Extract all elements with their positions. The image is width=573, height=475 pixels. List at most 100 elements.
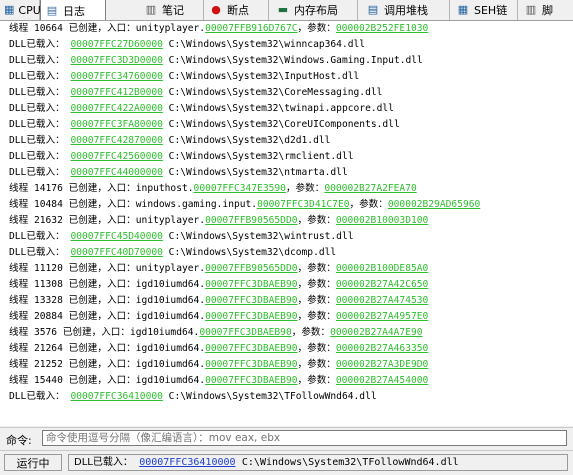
tab-seh-chain[interactable]: ▦ SEH链 xyxy=(452,0,518,20)
log-text: 线程 20884 已创建，入口：igd10iumd64. xyxy=(9,311,206,322)
address-link[interactable]: 00007FFC3DBAEB90 xyxy=(205,343,297,354)
address-link[interactable]: 00007FFC27D60000 xyxy=(70,39,162,50)
log-text: 线程 3576 已创建，入口：igd10iumd64. xyxy=(9,327,200,338)
log-text: DLL已载入： xyxy=(9,119,71,130)
log-line: DLL已载入： 00007FFC45D40000 C:\Windows\Syst… xyxy=(0,229,573,245)
cpu-icon: ▦ xyxy=(4,3,15,16)
address-link[interactable]: 000002B27A454000 xyxy=(336,375,428,386)
log-text: C:\Windows\System32\ntmarta.dll xyxy=(162,167,348,178)
log-text: DLL已载入： xyxy=(9,167,71,178)
address-link[interactable]: 00007FFC45D40000 xyxy=(70,231,162,242)
tab-label: SEH链 xyxy=(474,4,508,17)
tab-label: 日志 xyxy=(63,4,85,18)
status-address-link[interactable]: 00007FFC36410000 xyxy=(139,457,235,468)
breakpoint-icon: ● xyxy=(211,3,221,16)
log-text: 线程 21264 已创建，入口：igd10iumd64. xyxy=(9,343,206,354)
log-text: C:\Windows\System32\rmclient.dll xyxy=(162,151,354,162)
tab-label: 断点 xyxy=(227,4,249,17)
log-text: DLL已载入： xyxy=(9,247,71,258)
log-line: DLL已载入： 00007FFC36410000 C:\Windows\Syst… xyxy=(0,389,573,405)
address-link[interactable]: 000002B27A3DE9D0 xyxy=(336,359,428,370)
address-link[interactable]: 000002B252FE1030 xyxy=(336,23,428,34)
address-link[interactable]: 00007FFC3DBAEB90 xyxy=(205,279,297,290)
address-link[interactable]: 000002B27A4957E0 xyxy=(336,311,428,322)
tab-breakpoint[interactable]: ● 断点 xyxy=(205,0,269,20)
address-link[interactable]: 00007FFB90565DD0 xyxy=(205,263,297,274)
address-link[interactable]: 00007FFC36410000 xyxy=(70,391,162,402)
log-text: 线程 10484 已创建，入口：windows.gaming.input. xyxy=(9,199,258,210)
log-line: 线程 10484 已创建，入口：windows.gaming.input.000… xyxy=(0,197,573,213)
log-text: 线程 21252 已创建，入口：igd10iumd64. xyxy=(9,359,206,370)
log-text: DLL已载入： xyxy=(9,151,71,162)
log-line: DLL已载入： 00007FFC42870000 C:\Windows\Syst… xyxy=(0,133,573,149)
debug-state-badge: 运行中 xyxy=(4,454,62,471)
log-line: 线程 3576 已创建，入口：igd10iumd64.00007FFC3DBAE… xyxy=(0,325,573,341)
address-link[interactable]: 000002B27A2FEA70 xyxy=(324,183,416,194)
log-text: DLL已载入： xyxy=(9,87,71,98)
address-link[interactable]: 000002B27A4A7E90 xyxy=(330,327,422,338)
log-text: ，参数： xyxy=(297,23,336,34)
address-link[interactable]: 00007FFC42560000 xyxy=(70,151,162,162)
address-link[interactable]: 000002B100DE85A0 xyxy=(336,263,428,274)
log-line: 线程 10664 已创建，入口：unityplayer.00007FFB916D… xyxy=(0,21,573,37)
address-link[interactable]: 00007FFC3DBAEB90 xyxy=(205,375,297,386)
tab-cpu[interactable]: ▦ CPU xyxy=(0,0,41,20)
log-text: ，参数： xyxy=(297,263,336,274)
address-link[interactable]: 000002B27A474530 xyxy=(336,295,428,306)
tab-call-stack[interactable]: ▤ 调用堆栈 xyxy=(362,0,450,20)
log-view[interactable]: 线程 10664 已创建，入口：unityplayer.00007FFB916D… xyxy=(0,21,573,426)
log-line: DLL已载入： 00007FFC42560000 C:\Windows\Syst… xyxy=(0,149,573,165)
address-link[interactable]: 00007FFC422A0000 xyxy=(70,103,162,114)
log-text: DLL已载入： xyxy=(9,103,71,114)
address-link[interactable]: 00007FFC347E3590 xyxy=(194,183,286,194)
memory-map-icon: ▬ xyxy=(277,3,289,16)
log-text: ，参数： xyxy=(297,295,336,306)
log-text: ，参数： xyxy=(297,215,336,226)
log-line: 线程 14176 已创建，入口：inputhost.00007FFC347E35… xyxy=(0,181,573,197)
address-link[interactable]: 000002B27A42C650 xyxy=(336,279,428,290)
log-line: DLL已载入： 00007FFC3FA80000 C:\Windows\Syst… xyxy=(0,117,573,133)
address-link[interactable]: 00007FFC34760000 xyxy=(70,71,162,82)
tab-memory-map[interactable]: ▬ 内存布局 xyxy=(272,0,358,20)
tab-script[interactable]: ▥ 脚 xyxy=(520,0,573,20)
log-line: 线程 20884 已创建，入口：igd10iumd64.00007FFC3DBA… xyxy=(0,309,573,325)
address-link[interactable]: 000002B10003D100 xyxy=(336,215,428,226)
tab-log[interactable]: ▤ 日志 xyxy=(40,0,106,20)
address-link[interactable]: 00007FFC3DBAEB90 xyxy=(199,327,291,338)
address-link[interactable]: 00007FFC42870000 xyxy=(70,135,162,146)
log-text: DLL已载入： xyxy=(9,231,71,242)
log-text: DLL已载入： xyxy=(9,135,71,146)
script-icon: ▥ xyxy=(525,3,537,16)
log-text: C:\Windows\System32\InputHost.dll xyxy=(162,71,360,82)
address-link[interactable]: 00007FFC3D3D0000 xyxy=(70,55,162,66)
log-text: DLL已载入： xyxy=(9,55,71,66)
address-link[interactable]: 00007FFB90565DD0 xyxy=(205,215,297,226)
log-text: 线程 14176 已创建，入口：inputhost. xyxy=(9,183,194,194)
address-link[interactable]: 00007FFC3DBAEB90 xyxy=(205,311,297,322)
log-line: 线程 13328 已创建，入口：igd10iumd64.00007FFC3DBA… xyxy=(0,293,573,309)
log-text: C:\Windows\System32\CoreUIComponents.dll xyxy=(162,119,400,130)
address-link[interactable]: 00007FFB916D767C xyxy=(205,23,297,34)
log-text: C:\Windows\System32\twinapi.appcore.dll xyxy=(162,103,394,114)
tab-bar: ▦ CPU ▤ 日志 ▥ 笔记 ● 断点 ▬ 内存布局 ▤ 调用堆栈 ▦ SEH链 ▥ 脚 xyxy=(0,0,573,21)
address-link[interactable]: 000002B27A463350 xyxy=(336,343,428,354)
address-link[interactable]: 000002B29AD65960 xyxy=(388,199,480,210)
log-text: DLL已载入： xyxy=(9,71,71,82)
address-link[interactable]: 00007FFC3DBAEB90 xyxy=(205,295,297,306)
log-text: 线程 15440 已创建，入口：igd10iumd64. xyxy=(9,375,206,386)
address-link[interactable]: 00007FFC3DBAEB90 xyxy=(205,359,297,370)
command-bar: 命令: xyxy=(0,427,573,450)
address-link[interactable]: 00007FFC44000000 xyxy=(70,167,162,178)
address-link[interactable]: 00007FFC412B0000 xyxy=(70,87,162,98)
notes-icon: ▥ xyxy=(145,3,157,16)
log-text: DLL已载入： xyxy=(9,391,71,402)
command-input[interactable] xyxy=(42,430,567,446)
address-link[interactable]: 00007FFC3FA80000 xyxy=(70,119,162,130)
log-text: 线程 21632 已创建，入口：unityplayer. xyxy=(9,215,206,226)
log-line: DLL已载入： 00007FFC44000000 C:\Windows\Syst… xyxy=(0,165,573,181)
tab-notes[interactable]: ▥ 笔记 xyxy=(140,0,204,20)
address-link[interactable]: 00007FFC3D41C7E0 xyxy=(257,199,349,210)
address-link[interactable]: 00007FFC40D70000 xyxy=(70,247,162,258)
log-text: 线程 10664 已创建，入口：unityplayer. xyxy=(9,23,206,34)
tab-label: CPU xyxy=(18,3,41,17)
